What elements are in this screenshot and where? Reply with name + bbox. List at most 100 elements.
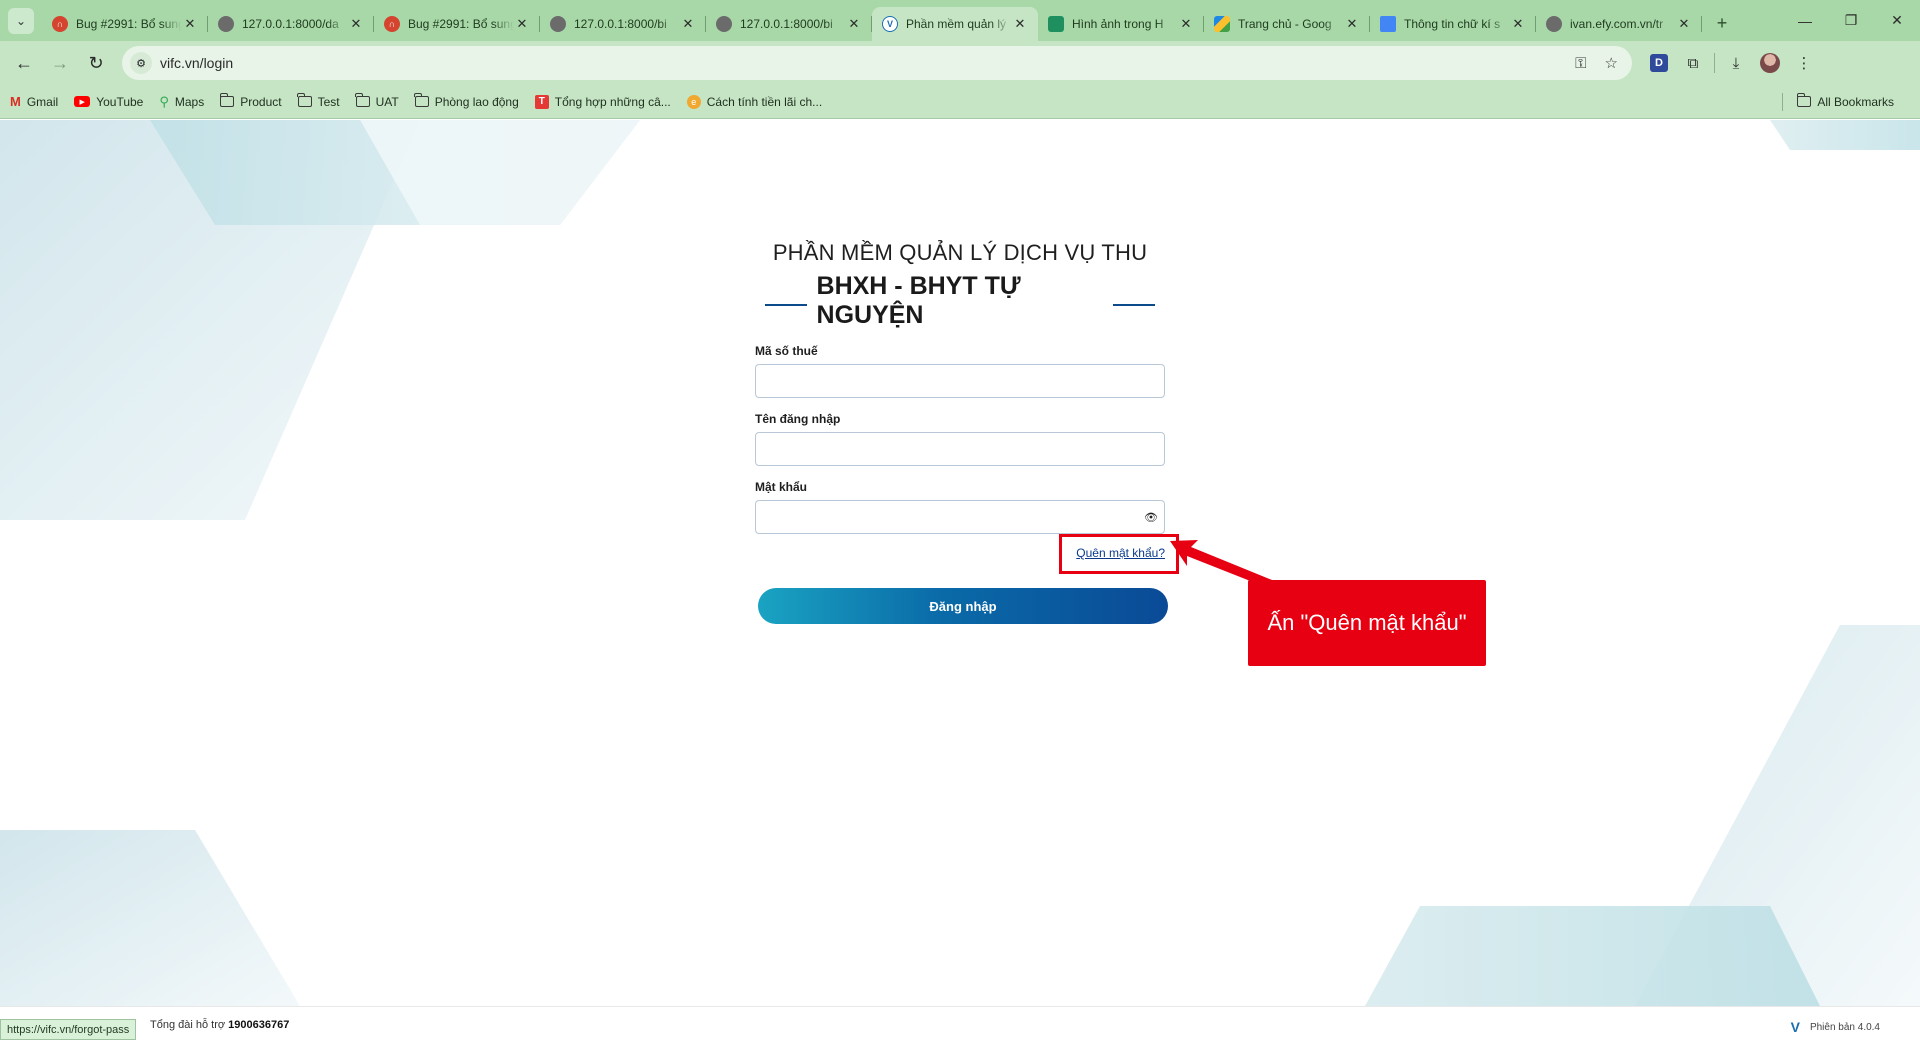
login-page: PHẦN MỀM QUẢN LÝ DỊCH VỤ THU BHXH - BHYT…: [0, 120, 1920, 1006]
close-icon[interactable]: ✕: [1012, 16, 1028, 32]
status-bar-url: https://vifc.vn/forgot-pass: [0, 1019, 137, 1040]
window-close-icon[interactable]: ✕: [1874, 12, 1920, 29]
tab-google-docs[interactable]: Thông tin chữ kí s ✕: [1370, 7, 1536, 41]
tab-vifc-active[interactable]: V Phần mềm quản lý ✕: [872, 7, 1038, 41]
site-info-icon[interactable]: ⚙: [130, 52, 152, 74]
forgot-password-link[interactable]: Quên mật khẩu?: [1076, 546, 1165, 560]
folder-icon: [355, 93, 370, 107]
back-arrow-icon[interactable]: ←: [8, 47, 40, 79]
close-icon[interactable]: ✕: [182, 16, 198, 32]
support-hotline: Tổng đài hỗ trợ 1900636767: [150, 1019, 290, 1031]
all-bookmarks[interactable]: All Bookmarks: [1796, 93, 1894, 109]
close-icon[interactable]: ✕: [1676, 16, 1692, 32]
bookmark-tong-hop[interactable]: T Tổng hợp những câ...: [534, 94, 671, 109]
password-label: Mật khẩu: [755, 480, 808, 494]
username-input[interactable]: [756, 433, 1164, 465]
username-field[interactable]: [755, 432, 1165, 466]
gmail-icon: M: [10, 94, 21, 109]
forgot-row: Quên mật khẩu?: [755, 534, 1179, 574]
new-tab-plus-icon[interactable]: +: [1708, 9, 1736, 37]
docs-icon: [1380, 16, 1396, 32]
close-icon[interactable]: ✕: [1510, 16, 1526, 32]
tab-ivan-efy[interactable]: ivan.efy.com.vn/tr ✕: [1536, 7, 1702, 41]
minimize-icon[interactable]: —: [1782, 13, 1828, 29]
tax-code-field[interactable]: [755, 364, 1165, 398]
password-key-icon[interactable]: ⚿: [1575, 55, 1586, 72]
image-icon: [1048, 16, 1064, 32]
page-footer: Tổng đài hỗ trợ 1900636767 V Phiên bản 4…: [0, 1006, 1920, 1040]
globe-icon: [716, 16, 732, 32]
folder-icon: [414, 93, 429, 107]
bookmark-product[interactable]: Product: [219, 93, 282, 109]
tab-search-chevron-icon[interactable]: ⌄: [8, 8, 34, 34]
folder-icon: [1796, 93, 1812, 107]
tab-strip: ⌄ ∩ Bug #2991: Bổ sung ✕ 127.0.0.1:8000/da…: [0, 0, 1920, 41]
tax-code-input[interactable]: [756, 365, 1164, 397]
bookmarks-bar: M Gmail ▶ YouTube ⚲ Maps Product Test UAT P…: [0, 85, 1920, 119]
browser-toolbar: ← → ↻ ⚙ vifc.vn/login ⚿ ☆ D ⧉ ⤓ ⋮: [0, 41, 1920, 85]
tab-localhost-bi-2[interactable]: 127.0.0.1:8000/bi ✕: [706, 7, 872, 41]
t-icon: T: [534, 94, 549, 109]
bookmarks-divider: [1782, 92, 1784, 111]
bookmark-gmail[interactable]: M Gmail: [10, 94, 58, 109]
tax-code-label: Mã số thuế: [755, 344, 818, 358]
tab-localhost-da[interactable]: 127.0.0.1:8000/da ✕: [208, 7, 374, 41]
close-icon[interactable]: ✕: [1178, 16, 1194, 32]
close-icon[interactable]: ✕: [680, 16, 696, 32]
tab-bug-2991[interactable]: ∩ Bug #2991: Bổ sung ✕: [42, 7, 208, 41]
download-icon[interactable]: ⤓: [1719, 47, 1753, 79]
vifc-logo-icon: V: [1790, 1019, 1800, 1035]
bookmark-phong-lao-dong[interactable]: Phòng lao động: [414, 93, 519, 109]
annotation-callout: Ấn "Quên mật khẩu": [1248, 580, 1486, 666]
close-icon[interactable]: ✕: [1344, 16, 1360, 32]
folder-icon: [297, 93, 312, 107]
redmine-icon: ∩: [52, 16, 68, 32]
tab-hinh-anh[interactable]: Hình ảnh trong H ✕: [1038, 7, 1204, 41]
title-left-rule: [765, 304, 807, 306]
extensions-puzzle-icon[interactable]: ⧉: [1676, 47, 1710, 79]
coin-icon: e: [686, 94, 701, 109]
globe-icon: [550, 16, 566, 32]
window-controls: — ❐ ✕: [1782, 0, 1920, 41]
password-input[interactable]: [756, 501, 1164, 533]
close-icon[interactable]: ✕: [514, 16, 530, 32]
support-phone[interactable]: 1900636767: [228, 1019, 289, 1031]
tab-google-drive[interactable]: Trang chủ - Goog ✕: [1204, 7, 1370, 41]
tab-localhost-bi[interactable]: 127.0.0.1:8000/bi ✕: [540, 7, 706, 41]
menu-kebab-icon[interactable]: ⋮: [1787, 47, 1821, 79]
maps-icon: ⚲: [159, 93, 169, 109]
bookmark-uat[interactable]: UAT: [355, 93, 399, 109]
reload-icon[interactable]: ↻: [80, 47, 112, 79]
tab-bug-2991-2[interactable]: ∩ Bug #2991: Bổ sung ✕: [374, 7, 540, 41]
bookmark-maps[interactable]: ⚲ Maps: [159, 94, 204, 110]
username-label: Tên đăng nhập: [755, 412, 841, 426]
forward-arrow-icon[interactable]: →: [44, 47, 76, 79]
bookmark-youtube[interactable]: ▶ YouTube: [74, 95, 143, 109]
bookmark-star-icon[interactable]: ☆: [1605, 54, 1618, 72]
bookmark-test[interactable]: Test: [297, 93, 340, 109]
globe-icon: [1546, 16, 1562, 32]
address-url[interactable]: vifc.vn/login: [160, 55, 1557, 71]
youtube-icon: ▶: [74, 96, 91, 107]
globe-icon: [218, 16, 234, 32]
folder-icon: [219, 93, 235, 107]
login-button[interactable]: Đăng nhập: [758, 588, 1168, 624]
google-drive-icon: [1214, 16, 1230, 32]
restore-icon[interactable]: ❐: [1828, 12, 1874, 29]
show-password-eye-icon[interactable]: 👁: [1144, 511, 1158, 524]
vifc-icon: V: [882, 16, 898, 32]
login-title-line2: BHXH - BHYT TỰ NGUYỆN: [816, 272, 1021, 329]
password-field[interactable]: 👁: [755, 500, 1165, 534]
login-form: PHẦN MỀM QUẢN LÝ DỊCH VỤ THU BHXH - BHYT…: [755, 240, 1179, 624]
login-title-line1: PHẦN MỀM QUẢN LÝ DỊCH VỤ THU: [772, 240, 1148, 265]
version-info: V Phiên bản 4.0.4: [1790, 1019, 1880, 1035]
profile-avatar[interactable]: [1753, 47, 1787, 79]
bookmark-cach-tinh[interactable]: e Cách tính tiền lãi ch...: [686, 94, 822, 109]
extension-d-icon[interactable]: D: [1642, 47, 1676, 79]
close-icon[interactable]: ✕: [348, 16, 364, 32]
address-bar[interactable]: ⚙ vifc.vn/login ⚿ ☆: [122, 46, 1632, 80]
close-icon[interactable]: ✕: [846, 16, 862, 32]
redmine-icon: ∩: [384, 16, 400, 32]
login-title-row: BHXH - BHYT TỰ NGUYỆN: [755, 272, 1165, 330]
title-right-rule: [1113, 304, 1155, 306]
